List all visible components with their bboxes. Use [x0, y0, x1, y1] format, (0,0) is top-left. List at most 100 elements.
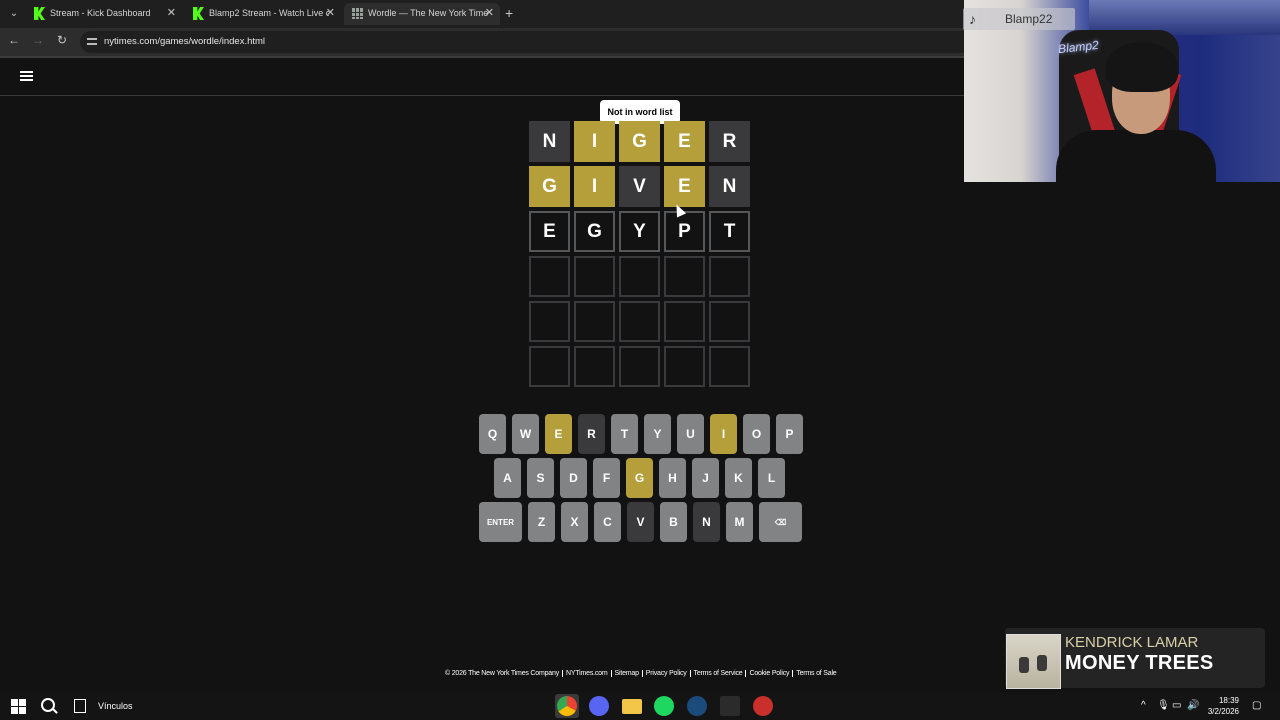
footer-link-terms-service[interactable]: Terms of Service: [690, 670, 747, 677]
key-x[interactable]: X: [561, 502, 588, 542]
board-tile: [574, 346, 615, 387]
board-tile: G: [619, 121, 660, 162]
spotify-icon[interactable]: [654, 696, 674, 716]
new-tab-plus-icon[interactable]: +: [505, 5, 513, 21]
wordle-header: [0, 58, 964, 96]
kick-icon: [193, 7, 204, 20]
board-tile: N: [709, 166, 750, 207]
footer-link-nytimes[interactable]: NYTimes.com: [563, 670, 612, 677]
close-icon[interactable]: ✕: [326, 6, 335, 19]
tab-blamp2-stream[interactable]: Blamp2 Stream - Watch Live on ✕: [185, 3, 341, 25]
key-c[interactable]: C: [594, 502, 621, 542]
key-f[interactable]: F: [593, 458, 620, 498]
tab-search-chevron-icon[interactable]: ⌄: [5, 5, 23, 23]
board-tile: E: [664, 121, 705, 162]
hamburger-menu-icon[interactable]: [20, 71, 33, 82]
close-icon[interactable]: ✕: [167, 6, 176, 19]
key-w[interactable]: W: [512, 414, 539, 454]
key-a[interactable]: A: [494, 458, 521, 498]
key-m[interactable]: M: [726, 502, 753, 542]
clock-time: 18:39: [1218, 696, 1239, 705]
url-text[interactable]: nytimes.com/games/wordle/index.html: [104, 36, 265, 47]
browser-toolbar: ← → ↻ nytimes.com/games/wordle/index.htm…: [0, 28, 964, 56]
search-icon[interactable]: [41, 698, 55, 712]
board-tile: N: [529, 121, 570, 162]
key-b[interactable]: B: [660, 502, 687, 542]
tiktok-icon: ♪: [969, 11, 976, 27]
key-v[interactable]: V: [627, 502, 654, 542]
system-clock[interactable]: 18:39 3/2/2026: [1203, 695, 1239, 717]
board-tile: I: [574, 166, 615, 207]
network-icon[interactable]: ▭: [1172, 700, 1181, 711]
key-s[interactable]: S: [527, 458, 554, 498]
board-tile: [664, 256, 705, 297]
cam-username: Blamp22: [1005, 12, 1053, 26]
tab-kick-dashboard[interactable]: Stream - Kick Dashboard ✕: [26, 3, 182, 25]
board-tile: [664, 346, 705, 387]
now-playing-title: MONEY TREES: [1065, 652, 1214, 674]
key-y[interactable]: Y: [644, 414, 671, 454]
key-h[interactable]: H: [659, 458, 686, 498]
key-j[interactable]: J: [692, 458, 719, 498]
footer-link-cookie[interactable]: Cookie Policy: [746, 670, 794, 677]
key-q[interactable]: Q: [479, 414, 506, 454]
footer-link-privacy[interactable]: Privacy Policy: [642, 670, 691, 677]
close-icon[interactable]: ✕: [485, 6, 494, 19]
kick-icon: [34, 7, 45, 20]
board-tile: [709, 256, 750, 297]
volume-icon[interactable]: 🔊: [1187, 700, 1199, 711]
task-view-icon[interactable]: [74, 699, 86, 713]
key-enter[interactable]: ENTER: [479, 502, 522, 542]
board-tile: [529, 346, 570, 387]
key-o[interactable]: O: [743, 414, 770, 454]
forward-arrow-icon[interactable]: →: [30, 33, 46, 47]
board-tile: [619, 256, 660, 297]
board-tile: [574, 301, 615, 342]
steam-icon[interactable]: [687, 696, 707, 716]
board-tile: [709, 346, 750, 387]
key-d[interactable]: D: [560, 458, 587, 498]
key-i[interactable]: I: [710, 414, 737, 454]
key-r[interactable]: R: [578, 414, 605, 454]
tab-wordle[interactable]: Wordle — The New York Times ✕: [344, 3, 500, 25]
key-u[interactable]: U: [677, 414, 704, 454]
microphone-icon[interactable]: 🎙: [1157, 700, 1170, 711]
nyt-footer: © 2026 The New York Times Company NYTimes…: [442, 670, 840, 677]
board-tile: R: [709, 121, 750, 162]
key-l[interactable]: L: [758, 458, 785, 498]
obs-icon[interactable]: [753, 696, 773, 716]
board-tile: E: [664, 166, 705, 207]
streamer-hair: [1106, 42, 1178, 92]
key-e[interactable]: E: [545, 414, 572, 454]
tab-title: Blamp2 Stream - Watch Live on: [209, 8, 329, 18]
key-n[interactable]: N: [693, 502, 720, 542]
links-toolbar[interactable]: Vínculos: [98, 701, 133, 711]
windows-start-icon[interactable]: [9, 697, 27, 715]
reload-icon[interactable]: ↻: [54, 33, 70, 47]
board-tile: [664, 301, 705, 342]
key-p[interactable]: P: [776, 414, 803, 454]
chrome-icon[interactable]: [557, 696, 577, 716]
epic-games-icon[interactable]: [720, 696, 740, 716]
board-tile: G: [574, 211, 615, 252]
discord-icon[interactable]: [589, 696, 609, 716]
key-backspace[interactable]: ⌫: [759, 502, 802, 542]
address-bar[interactable]: nytimes.com/games/wordle/index.html: [80, 31, 964, 53]
tab-title: Stream - Kick Dashboard: [50, 8, 151, 18]
file-explorer-icon[interactable]: [622, 699, 642, 714]
board-tile: E: [529, 211, 570, 252]
tab-strip: ⌄ Stream - Kick Dashboard ✕ Blamp2 Strea…: [0, 0, 964, 28]
footer-link-sitemap[interactable]: Sitemap: [611, 670, 643, 677]
site-info-icon[interactable]: [87, 36, 97, 46]
back-arrow-icon[interactable]: ←: [6, 33, 22, 47]
key-k[interactable]: K: [725, 458, 752, 498]
board-tile: [619, 301, 660, 342]
tray-chevron-icon[interactable]: ^: [1141, 700, 1146, 711]
key-g[interactable]: G: [626, 458, 653, 498]
board-tile: V: [619, 166, 660, 207]
key-t[interactable]: T: [611, 414, 638, 454]
footer-link-terms-sale[interactable]: Terms of Sale: [793, 670, 839, 677]
key-z[interactable]: Z: [528, 502, 555, 542]
board-tile: P: [664, 211, 705, 252]
notifications-icon[interactable]: ▢: [1252, 700, 1261, 711]
